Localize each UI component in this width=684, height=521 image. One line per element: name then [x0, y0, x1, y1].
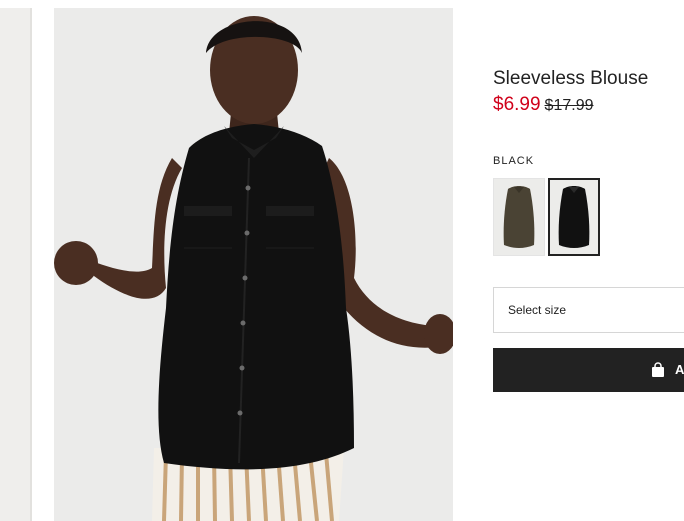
selected-color-label: BLACK [493, 155, 535, 167]
product-page: Sleeveless Blouse $6.99 $17.99 BLACK Sel… [0, 0, 684, 521]
product-info-panel: Sleeveless Blouse $6.99 $17.99 BLACK Sel… [493, 0, 684, 521]
previous-product-image[interactable] [0, 8, 32, 521]
original-price: $17.99 [544, 97, 594, 114]
product-image[interactable] [54, 8, 453, 521]
model-photo [54, 8, 453, 521]
black-blouse-thumbnail [550, 180, 598, 254]
product-title: Sleeveless Blouse [493, 68, 649, 89]
size-select[interactable]: Select size [493, 287, 684, 333]
add-button-label: A [675, 362, 684, 377]
swatch-khaki-green[interactable] [493, 178, 545, 256]
swatch-black[interactable] [548, 178, 600, 256]
sale-price: $6.99 [493, 94, 541, 115]
add-to-bag-button[interactable]: A [493, 348, 684, 392]
khaki-blouse-thumbnail [494, 179, 544, 255]
shopping-bag-icon [652, 362, 664, 377]
price-row: $6.99 $17.99 [493, 94, 593, 116]
